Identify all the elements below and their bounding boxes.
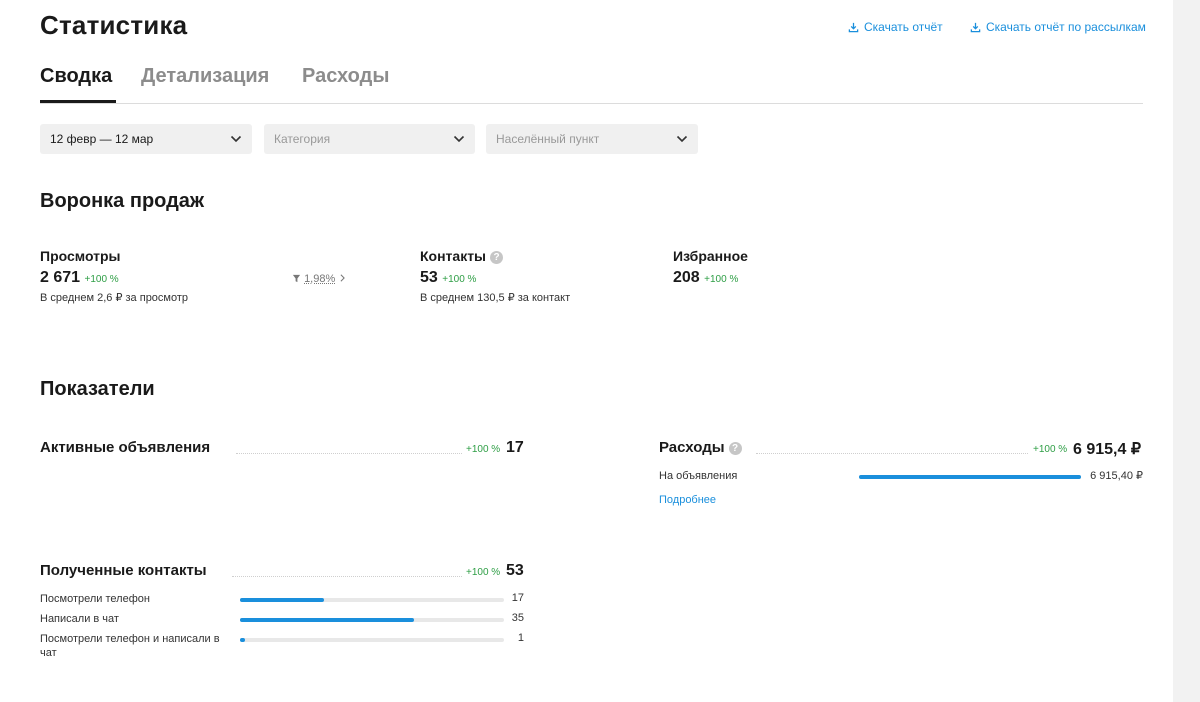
chevron-down-icon bbox=[230, 135, 242, 143]
expenses-value: 6 915,4 ₽ bbox=[1073, 441, 1142, 458]
contacts-bar-track-phone bbox=[240, 598, 504, 602]
contacts-subtext: В среднем 130,5 ₽ за контакт bbox=[420, 292, 571, 304]
conversion-link[interactable]: 1,98% bbox=[292, 273, 346, 285]
expenses-more-link[interactable]: Подробнее bbox=[659, 494, 716, 506]
expenses-bar-fill bbox=[859, 475, 1081, 479]
contacts-bar-fill-phone bbox=[240, 598, 325, 602]
contacts-label: Контакты bbox=[420, 248, 487, 264]
contacts-received-change: +100 % bbox=[466, 567, 501, 578]
chevron-down-icon bbox=[453, 135, 465, 143]
funnel-contacts: Контакты? 53 +100 % В среднем 130,5 ₽ за… bbox=[420, 248, 570, 304]
statistics-page: Статистика Скачать отчёт Скачать отчёт п… bbox=[0, 0, 1173, 702]
conversion-value: 1,98% bbox=[304, 273, 336, 285]
contacts-bar-track-both bbox=[240, 638, 504, 642]
active-tab-indicator bbox=[40, 100, 116, 103]
expenses-row-label: На объявления bbox=[659, 470, 738, 482]
contacts-change: +100 % bbox=[442, 274, 477, 285]
info-icon[interactable]: ? bbox=[728, 442, 742, 455]
contacts-row-label-chat: Написали в чат bbox=[40, 613, 119, 625]
period-select[interactable]: 12 февр — 12 мар bbox=[40, 124, 252, 154]
favorites-label: Избранное bbox=[673, 248, 748, 264]
download-report-label: Скачать отчёт bbox=[864, 20, 943, 34]
download-report-link[interactable]: Скачать отчёт bbox=[848, 20, 943, 34]
contacts-bar-track-chat bbox=[240, 618, 504, 622]
expenses-change: +100 % bbox=[1033, 444, 1068, 455]
views-change: +100 % bbox=[84, 274, 119, 285]
funnel-title: Воронка продаж bbox=[40, 190, 205, 212]
page-title: Статистика bbox=[40, 10, 188, 40]
funnel-views: Просмотры 2 671 +100 % В среднем 2,6 ₽ з… bbox=[40, 248, 188, 304]
chevron-down-icon bbox=[676, 135, 688, 143]
funnel-favorites: Избранное 208 +100 % bbox=[673, 248, 748, 287]
expenses-header: Расходы? bbox=[659, 439, 742, 456]
tab-expenses[interactable]: Расходы bbox=[302, 65, 389, 88]
location-select[interactable]: Населённый пункт bbox=[486, 124, 698, 154]
category-select-placeholder: Категория bbox=[274, 132, 331, 146]
tab-bar: Сводка Детализация Расходы bbox=[40, 62, 1143, 104]
contacts-row-label-both: Посмотрели телефон и написали в чат bbox=[40, 633, 220, 659]
tab-details[interactable]: Детализация bbox=[141, 65, 269, 88]
contacts-value: 53 bbox=[420, 269, 438, 286]
active-ads-change: +100 % bbox=[466, 444, 501, 455]
info-icon[interactable]: ? bbox=[490, 251, 504, 264]
category-select[interactable]: Категория bbox=[264, 124, 475, 154]
location-select-placeholder: Населённый пункт bbox=[496, 132, 600, 146]
views-value: 2 671 bbox=[40, 269, 81, 286]
favorites-value: 208 bbox=[673, 269, 700, 286]
active-ads-value: 17 bbox=[506, 439, 524, 456]
period-select-value: 12 февр — 12 мар bbox=[50, 132, 154, 146]
expenses-label: Расходы bbox=[659, 439, 725, 456]
contacts-row-label-phone: Посмотрели телефон bbox=[40, 593, 150, 605]
download-icon bbox=[970, 22, 981, 32]
tab-summary[interactable]: Сводка bbox=[40, 65, 112, 88]
contacts-row-value-chat: 35 bbox=[511, 612, 524, 624]
download-icon bbox=[848, 22, 859, 32]
contacts-row-value-phone: 17 bbox=[511, 592, 524, 604]
dotted-leader bbox=[232, 576, 462, 577]
funnel-icon bbox=[292, 274, 301, 283]
contacts-received-value: 53 bbox=[506, 562, 524, 579]
views-label: Просмотры bbox=[40, 248, 121, 264]
expenses-bar-track bbox=[859, 475, 1081, 479]
indicators-title: Показатели bbox=[40, 378, 155, 400]
contacts-bar-fill-both bbox=[240, 638, 246, 642]
contacts-bar-fill-chat bbox=[240, 618, 415, 622]
chevron-right-icon bbox=[340, 274, 346, 282]
contacts-row-value-both: 1 bbox=[517, 632, 524, 644]
download-mailing-report-label: Скачать отчёт по рассылкам bbox=[986, 20, 1146, 34]
favorites-change: +100 % bbox=[704, 274, 739, 285]
contacts-received-label: Полученные контакты bbox=[40, 562, 207, 579]
dotted-leader bbox=[756, 453, 1028, 454]
expenses-row-value: 6 915,40 ₽ bbox=[1090, 470, 1143, 482]
views-subtext: В среднем 2,6 ₽ за просмотр bbox=[40, 292, 189, 304]
download-mailing-report-link[interactable]: Скачать отчёт по рассылкам bbox=[970, 20, 1146, 34]
active-ads-label: Активные объявления bbox=[40, 439, 211, 456]
dotted-leader bbox=[236, 453, 462, 454]
